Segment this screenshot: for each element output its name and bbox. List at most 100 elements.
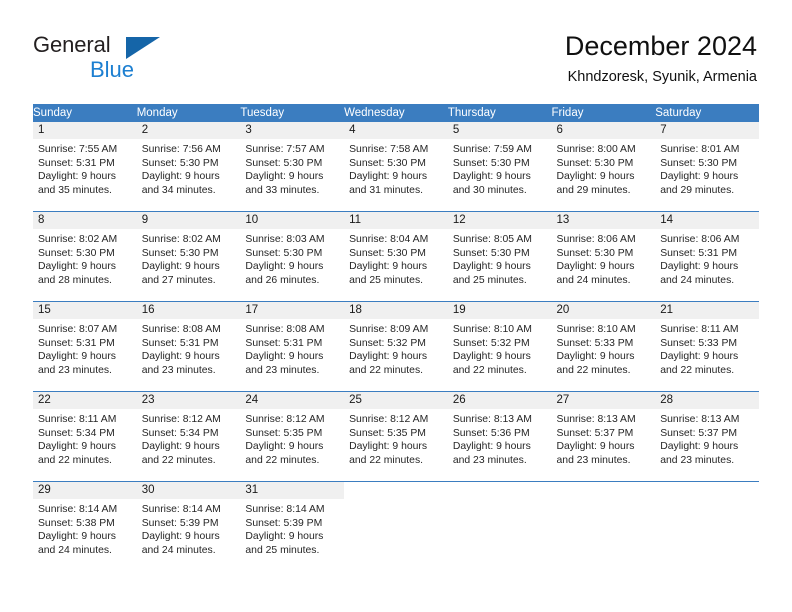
day-number: 14: [655, 212, 759, 229]
calendar-day-cell[interactable]: 23 Sunrise: 8:12 AM Sunset: 5:34 PM Dayligh…: [136, 391, 241, 482]
calendar-day-cell[interactable]: 2 Sunrise: 7:56 AM Sunset: 5:30 PM Daylight…: [136, 122, 241, 212]
sunrise-text: Sunrise: 8:08 AM: [245, 324, 325, 335]
daylight-text: and 25 minutes.: [245, 544, 320, 556]
calendar-day-cell[interactable]: 13 Sunrise: 8:06 AM Sunset: 5:30 PM Dayligh…: [551, 211, 656, 302]
sunrise-text: Sunrise: 8:14 AM: [141, 504, 221, 515]
calendar-day-cell[interactable]: 4 Sunrise: 7:58 AM Sunset: 5:30 PM Daylight…: [344, 122, 448, 212]
calendar-day-cell[interactable]: 19 Sunrise: 8:10 AM Sunset: 5:32 PM Dayligh…: [447, 301, 552, 392]
day-details: Sunrise: 8:06 AM Sunset: 5:31 PM Daylight:…: [655, 229, 759, 287]
day-cell-inner: 8 Sunrise: 8:02 AM Sunset: 5:30 PM Daylight…: [33, 212, 137, 301]
daylight-text: and 25 minutes.: [349, 274, 424, 286]
sunset-text: Sunset: 5:34 PM: [141, 427, 219, 439]
daylight-text: and 26 minutes.: [245, 274, 320, 286]
day-details: Sunrise: 8:12 AM Sunset: 5:35 PM Daylight:…: [344, 409, 448, 467]
daylight-text: Daylight: 9 hours: [556, 351, 635, 363]
calendar-day-cell[interactable]: 20 Sunrise: 8:10 AM Sunset: 5:33 PM Dayligh…: [551, 301, 656, 392]
calendar-body: 1 Sunrise: 7:55 AM Sunset: 5:31 PM Daylight…: [33, 122, 759, 571]
daylight-text: and 23 minutes.: [141, 364, 216, 376]
sunrise-text: Sunrise: 8:13 AM: [452, 414, 532, 425]
calendar-day-cell[interactable]: 31 Sunrise: 8:14 AM Sunset: 5:39 PM Dayligh…: [240, 481, 345, 571]
daylight-text: Daylight: 9 hours: [452, 441, 531, 453]
calendar-day-cell[interactable]: 28 Sunrise: 8:13 AM Sunset: 5:37 PM Dayligh…: [655, 391, 759, 482]
general-blue-logo[interactable]: General Blue: [33, 34, 213, 86]
weekday-header-wednesday: Wednesday: [344, 104, 448, 122]
sunset-text: Sunset: 5:32 PM: [452, 337, 530, 349]
calendar-day-cell[interactable]: 6 Sunrise: 8:00 AM Sunset: 5:30 PM Daylight…: [551, 122, 656, 212]
day-cell-inner: 25 Sunrise: 8:12 AM Sunset: 5:35 PM Dayligh…: [344, 392, 448, 481]
calendar-day-cell[interactable]: 14 Sunrise: 8:06 AM Sunset: 5:31 PM Dayligh…: [655, 211, 759, 302]
day-number: 10: [240, 212, 345, 229]
weekday-header-sunday: Sunday: [33, 104, 137, 122]
sunrise-text: Sunrise: 8:09 AM: [349, 324, 429, 335]
calendar-day-cell[interactable]: 27 Sunrise: 8:13 AM Sunset: 5:37 PM Dayligh…: [551, 391, 656, 482]
daylight-text: and 24 minutes.: [141, 544, 216, 556]
calendar-day-cell[interactable]: 8 Sunrise: 8:02 AM Sunset: 5:30 PM Daylight…: [33, 211, 137, 302]
sunset-text: Sunset: 5:34 PM: [38, 427, 115, 439]
calendar-day-cell[interactable]: 7 Sunrise: 8:01 AM Sunset: 5:30 PM Daylight…: [655, 122, 759, 212]
calendar-day-cell[interactable]: 18 Sunrise: 8:09 AM Sunset: 5:32 PM Dayligh…: [344, 301, 448, 392]
calendar-day-cell[interactable]: 25 Sunrise: 8:12 AM Sunset: 5:35 PM Dayligh…: [344, 391, 448, 482]
day-details: Sunrise: 7:58 AM Sunset: 5:30 PM Daylight:…: [344, 139, 448, 197]
calendar-day-cell[interactable]: 11 Sunrise: 8:04 AM Sunset: 5:30 PM Dayligh…: [344, 211, 448, 302]
calendar-day-cell[interactable]: 10 Sunrise: 8:03 AM Sunset: 5:30 PM Dayligh…: [240, 211, 345, 302]
day-number: 25: [344, 392, 448, 409]
daylight-text: Daylight: 9 hours: [38, 531, 116, 543]
calendar-day-cell[interactable]: 22 Sunrise: 8:11 AM Sunset: 5:34 PM Dayligh…: [33, 391, 137, 482]
sunrise-text: Sunrise: 8:03 AM: [245, 234, 325, 245]
daylight-text: and 23 minutes.: [245, 364, 320, 376]
calendar-day-cell[interactable]: 3 Sunrise: 7:57 AM Sunset: 5:30 PM Daylight…: [240, 122, 345, 212]
calendar-day-cell[interactable]: 24 Sunrise: 8:12 AM Sunset: 5:35 PM Dayligh…: [240, 391, 345, 482]
calendar-day-cell[interactable]: 26 Sunrise: 8:13 AM Sunset: 5:36 PM Dayligh…: [447, 391, 552, 482]
daylight-text: and 31 minutes.: [349, 184, 424, 196]
day-number: 4: [344, 122, 448, 139]
day-number: 28: [655, 392, 759, 409]
sunrise-text: Sunrise: 8:11 AM: [660, 324, 739, 335]
calendar-day-cell[interactable]: 21 Sunrise: 8:11 AM Sunset: 5:33 PM Dayligh…: [655, 301, 759, 392]
sunset-text: Sunset: 5:31 PM: [141, 337, 219, 349]
sunrise-text: Sunrise: 8:13 AM: [660, 414, 740, 425]
sunrise-text: Sunrise: 8:06 AM: [556, 234, 636, 245]
day-details: Sunrise: 8:10 AM Sunset: 5:33 PM Daylight:…: [552, 319, 656, 377]
calendar-day-cell[interactable]: 1 Sunrise: 7:55 AM Sunset: 5:31 PM Daylight…: [33, 122, 137, 212]
calendar-day-cell[interactable]: 16 Sunrise: 8:08 AM Sunset: 5:31 PM Dayligh…: [136, 301, 241, 392]
weekday-header-saturday: Saturday: [655, 104, 759, 122]
calendar-day-cell[interactable]: 15 Sunrise: 8:07 AM Sunset: 5:31 PM Dayligh…: [33, 301, 137, 392]
day-details: [655, 499, 759, 503]
title-block: December 2024 Khndzoresk, Syunik, Armeni…: [565, 30, 757, 87]
sunrise-text: Sunrise: 7:56 AM: [141, 144, 221, 155]
day-number: 16: [136, 302, 241, 319]
calendar-head: Sunday Monday Tuesday Wednesday Thursday…: [33, 104, 759, 122]
day-number: 7: [655, 122, 759, 139]
daylight-text: Daylight: 9 hours: [141, 171, 220, 183]
sunset-text: Sunset: 5:30 PM: [556, 247, 634, 259]
daylight-text: and 23 minutes.: [556, 454, 631, 466]
day-details: Sunrise: 8:10 AM Sunset: 5:32 PM Daylight:…: [448, 319, 552, 377]
day-details: Sunrise: 8:12 AM Sunset: 5:35 PM Daylight:…: [240, 409, 344, 467]
day-cell-inner: 4 Sunrise: 7:58 AM Sunset: 5:30 PM Daylight…: [344, 122, 448, 211]
calendar-day-cell[interactable]: 5 Sunrise: 7:59 AM Sunset: 5:30 PM Daylight…: [447, 122, 552, 212]
day-details: Sunrise: 8:13 AM Sunset: 5:37 PM Daylight:…: [655, 409, 759, 467]
sunrise-text: Sunrise: 8:14 AM: [38, 504, 118, 515]
daylight-text: and 23 minutes.: [660, 454, 735, 466]
daylight-text: Daylight: 9 hours: [245, 171, 324, 183]
day-details: Sunrise: 8:13 AM Sunset: 5:37 PM Daylight:…: [552, 409, 656, 467]
calendar-day-cell[interactable]: 30 Sunrise: 8:14 AM Sunset: 5:39 PM Dayligh…: [136, 481, 241, 571]
daylight-text: Daylight: 9 hours: [38, 171, 116, 183]
day-cell-inner: 26 Sunrise: 8:13 AM Sunset: 5:36 PM Dayligh…: [447, 392, 552, 481]
calendar-day-cell[interactable]: 9 Sunrise: 8:02 AM Sunset: 5:30 PM Daylight…: [136, 211, 241, 302]
day-cell-inner: 10 Sunrise: 8:03 AM Sunset: 5:30 PM Dayligh…: [240, 212, 345, 301]
daylight-text: Daylight: 9 hours: [452, 351, 531, 363]
daylight-text: and 35 minutes.: [38, 184, 112, 196]
day-cell-inner: 14 Sunrise: 8:06 AM Sunset: 5:31 PM Dayligh…: [655, 212, 759, 301]
sunset-text: Sunset: 5:33 PM: [660, 337, 738, 349]
calendar-day-cell[interactable]: 17 Sunrise: 8:08 AM Sunset: 5:31 PM Dayligh…: [240, 301, 345, 392]
calendar-day-cell[interactable]: 12 Sunrise: 8:05 AM Sunset: 5:30 PM Dayligh…: [447, 211, 552, 302]
day-cell-inner: 6 Sunrise: 8:00 AM Sunset: 5:30 PM Daylight…: [551, 122, 656, 211]
daylight-text: and 29 minutes.: [556, 184, 631, 196]
daylight-text: and 29 minutes.: [660, 184, 735, 196]
calendar-page: General Blue December 2024 Khndzoresk, S…: [0, 0, 792, 612]
sunset-text: Sunset: 5:30 PM: [660, 157, 738, 169]
daylight-text: Daylight: 9 hours: [349, 351, 428, 363]
daylight-text: Daylight: 9 hours: [349, 261, 428, 273]
calendar-day-cell[interactable]: 29 Sunrise: 8:14 AM Sunset: 5:38 PM Dayligh…: [33, 481, 137, 571]
